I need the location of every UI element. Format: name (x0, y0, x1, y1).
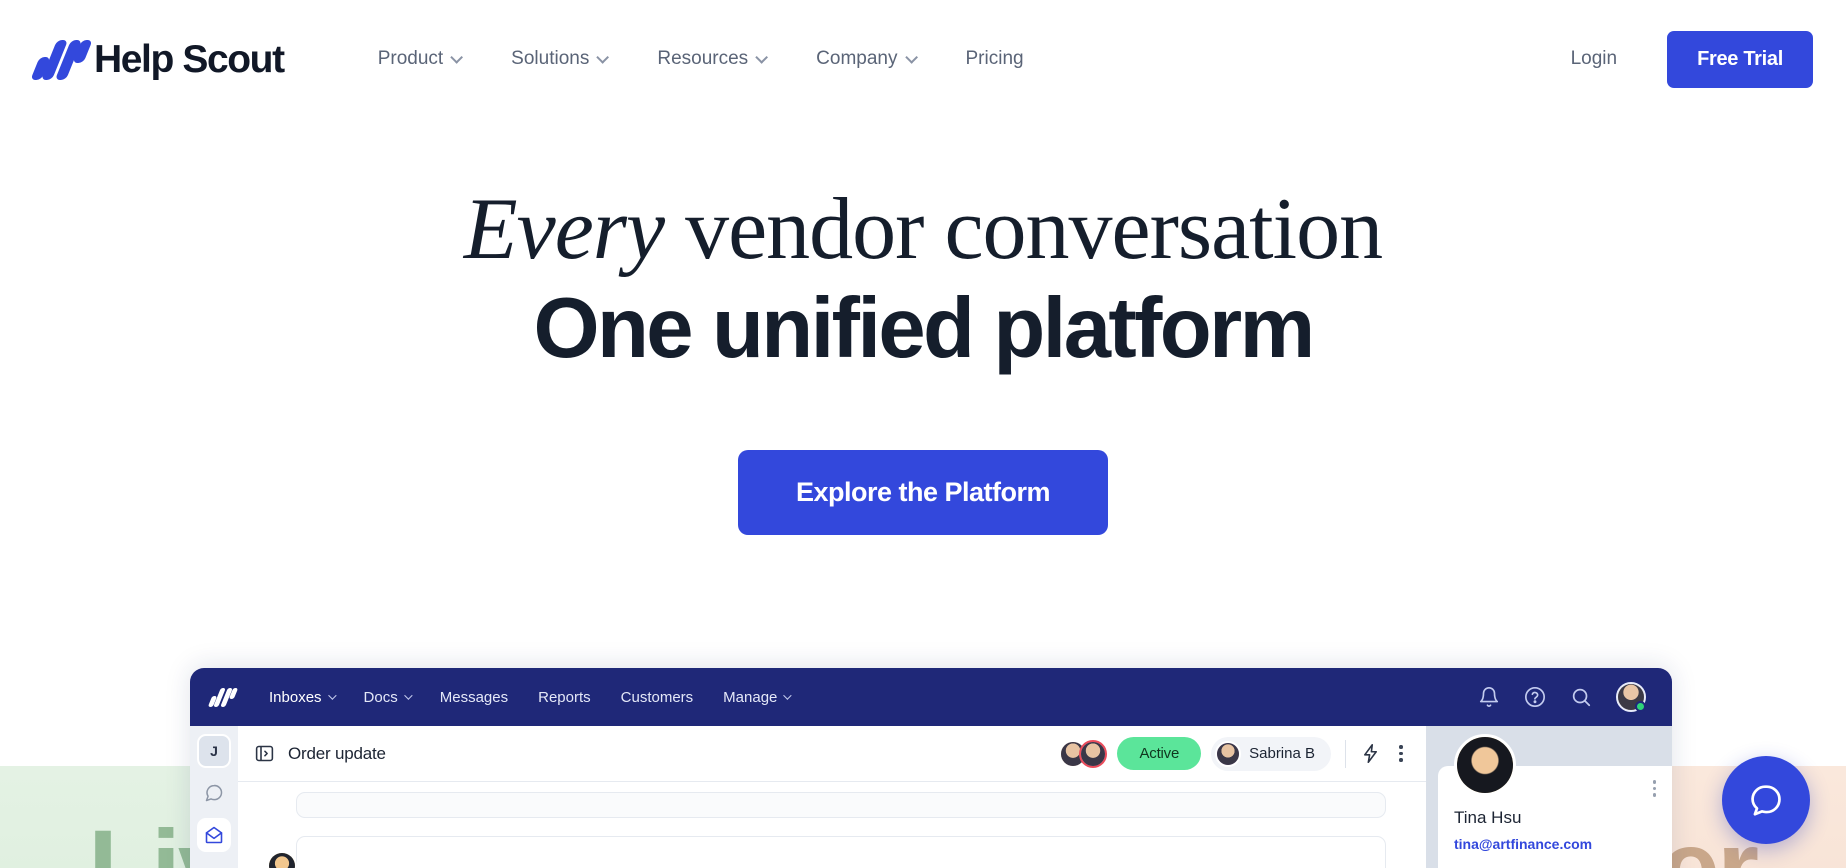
chevron-down-icon (596, 50, 610, 64)
hero-headline-rest: vendor conversation (664, 181, 1383, 278)
nav-label: Company (816, 48, 898, 69)
chat-bubble-icon (1751, 785, 1781, 816)
brand-logo[interactable]: Help Scout (30, 37, 285, 81)
conversation-pane: Order update Active Sabrina B (238, 726, 1426, 868)
more-options-icon[interactable] (1652, 780, 1656, 797)
app-nav-messages[interactable]: Messages (425, 689, 523, 706)
avatar (267, 851, 297, 868)
chevron-down-icon (450, 50, 464, 64)
conversation-header: Order update Active Sabrina B (238, 726, 1426, 782)
chat-bubble-icon[interactable] (197, 776, 231, 810)
nav-item-company[interactable]: Company (790, 48, 939, 70)
main-navigation: Product Solutions Resources Company Pric… (352, 48, 1050, 70)
lightning-bolt-icon[interactable] (1360, 743, 1382, 765)
avatar (1079, 739, 1108, 768)
more-options-icon[interactable] (1392, 745, 1410, 762)
search-icon[interactable] (1570, 686, 1592, 708)
app-nav-inboxes[interactable]: Inboxes (254, 689, 349, 706)
chevron-down-icon (755, 50, 769, 64)
app-body: J Order update Active Sabrina B Tina Hsu… (190, 726, 1672, 868)
app-sidebar-rail: J (190, 726, 238, 868)
message-card[interactable] (296, 792, 1386, 818)
app-nav-label: Messages (439, 688, 509, 706)
chevron-down-icon (327, 691, 337, 700)
app-nav-customers[interactable]: Customers (606, 689, 709, 706)
chevron-down-icon (904, 50, 918, 64)
bell-icon[interactable] (1478, 686, 1500, 708)
workspace-avatar[interactable]: J (197, 734, 231, 768)
app-nav-docs[interactable]: Docs (349, 689, 425, 706)
helpscout-logo-icon (30, 37, 93, 81)
participant-avatars[interactable] (1059, 739, 1108, 768)
inbox-envelope-icon[interactable] (197, 818, 231, 852)
app-nav-label: Manage (723, 688, 778, 706)
login-link[interactable]: Login (1571, 48, 1668, 70)
help-circle-icon[interactable] (1524, 686, 1546, 708)
avatar[interactable] (1616, 682, 1646, 712)
nav-item-solutions[interactable]: Solutions (485, 48, 631, 70)
free-trial-button[interactable]: Free Trial (1667, 30, 1813, 88)
app-topbar: Inboxes Docs Messages Reports Customers … (190, 668, 1672, 726)
customer-email[interactable]: tina@artfinance.com (1454, 836, 1592, 852)
customer-name: Tina Hsu (1454, 808, 1522, 827)
brand-name: Help Scout (94, 37, 285, 81)
hero-section: Every vendor conversation One unified pl… (0, 182, 1846, 536)
nav-label: Pricing (965, 48, 1024, 69)
explore-platform-button[interactable]: Explore the Platform (737, 450, 1109, 536)
chat-widget-button[interactable] (1722, 756, 1810, 844)
nav-item-resources[interactable]: Resources (631, 48, 790, 70)
avatar (1215, 740, 1242, 767)
chevron-down-icon (783, 691, 793, 700)
app-navigation: Inboxes Docs Messages Reports Customers … (254, 689, 804, 706)
app-nav-label: Docs (363, 688, 398, 706)
customer-card: Tina Hsu tina@artfinance.com (1438, 734, 1672, 868)
nav-label: Product (377, 48, 444, 69)
divider (1345, 739, 1346, 768)
header-actions: Login Free Trial (1571, 30, 1813, 88)
sidebar-toggle-icon[interactable] (254, 743, 276, 765)
hero-headline-line2: One unified platform (533, 281, 1315, 377)
conversation-actions: Active Sabrina B (1059, 736, 1410, 771)
message-card[interactable] (267, 836, 1386, 868)
site-header: Help Scout Product Solutions Resources C… (0, 0, 1846, 118)
app-topbar-actions (1478, 682, 1652, 712)
hero-headline-line1: Every vendor conversation (0, 182, 1846, 277)
app-nav-label: Reports (538, 688, 591, 706)
app-nav-label: Inboxes (269, 688, 322, 706)
status-badge[interactable]: Active (1117, 737, 1202, 770)
assignee-name: Sabrina B (1249, 745, 1315, 762)
status-badge (1635, 701, 1646, 712)
customer-sidebar: Tina Hsu tina@artfinance.com (1426, 726, 1672, 868)
app-logo-icon[interactable] (207, 687, 239, 707)
nav-label: Resources (657, 48, 749, 69)
app-nav-reports[interactable]: Reports (523, 689, 606, 706)
hero-headline-emphasis: Every (463, 181, 665, 278)
app-nav-manage[interactable]: Manage (708, 689, 804, 706)
conversation-thread[interactable] (238, 782, 1426, 868)
nav-item-product[interactable]: Product (352, 48, 485, 70)
avatar (1454, 734, 1516, 796)
nav-item-pricing[interactable]: Pricing (940, 48, 1050, 70)
nav-label: Solutions (511, 48, 590, 69)
chevron-down-icon (403, 691, 413, 700)
app-preview: Inboxes Docs Messages Reports Customers … (190, 668, 1672, 868)
assignee-chip[interactable]: Sabrina B (1211, 736, 1331, 771)
conversation-title: Order update (288, 743, 386, 763)
app-nav-label: Customers (620, 688, 694, 706)
